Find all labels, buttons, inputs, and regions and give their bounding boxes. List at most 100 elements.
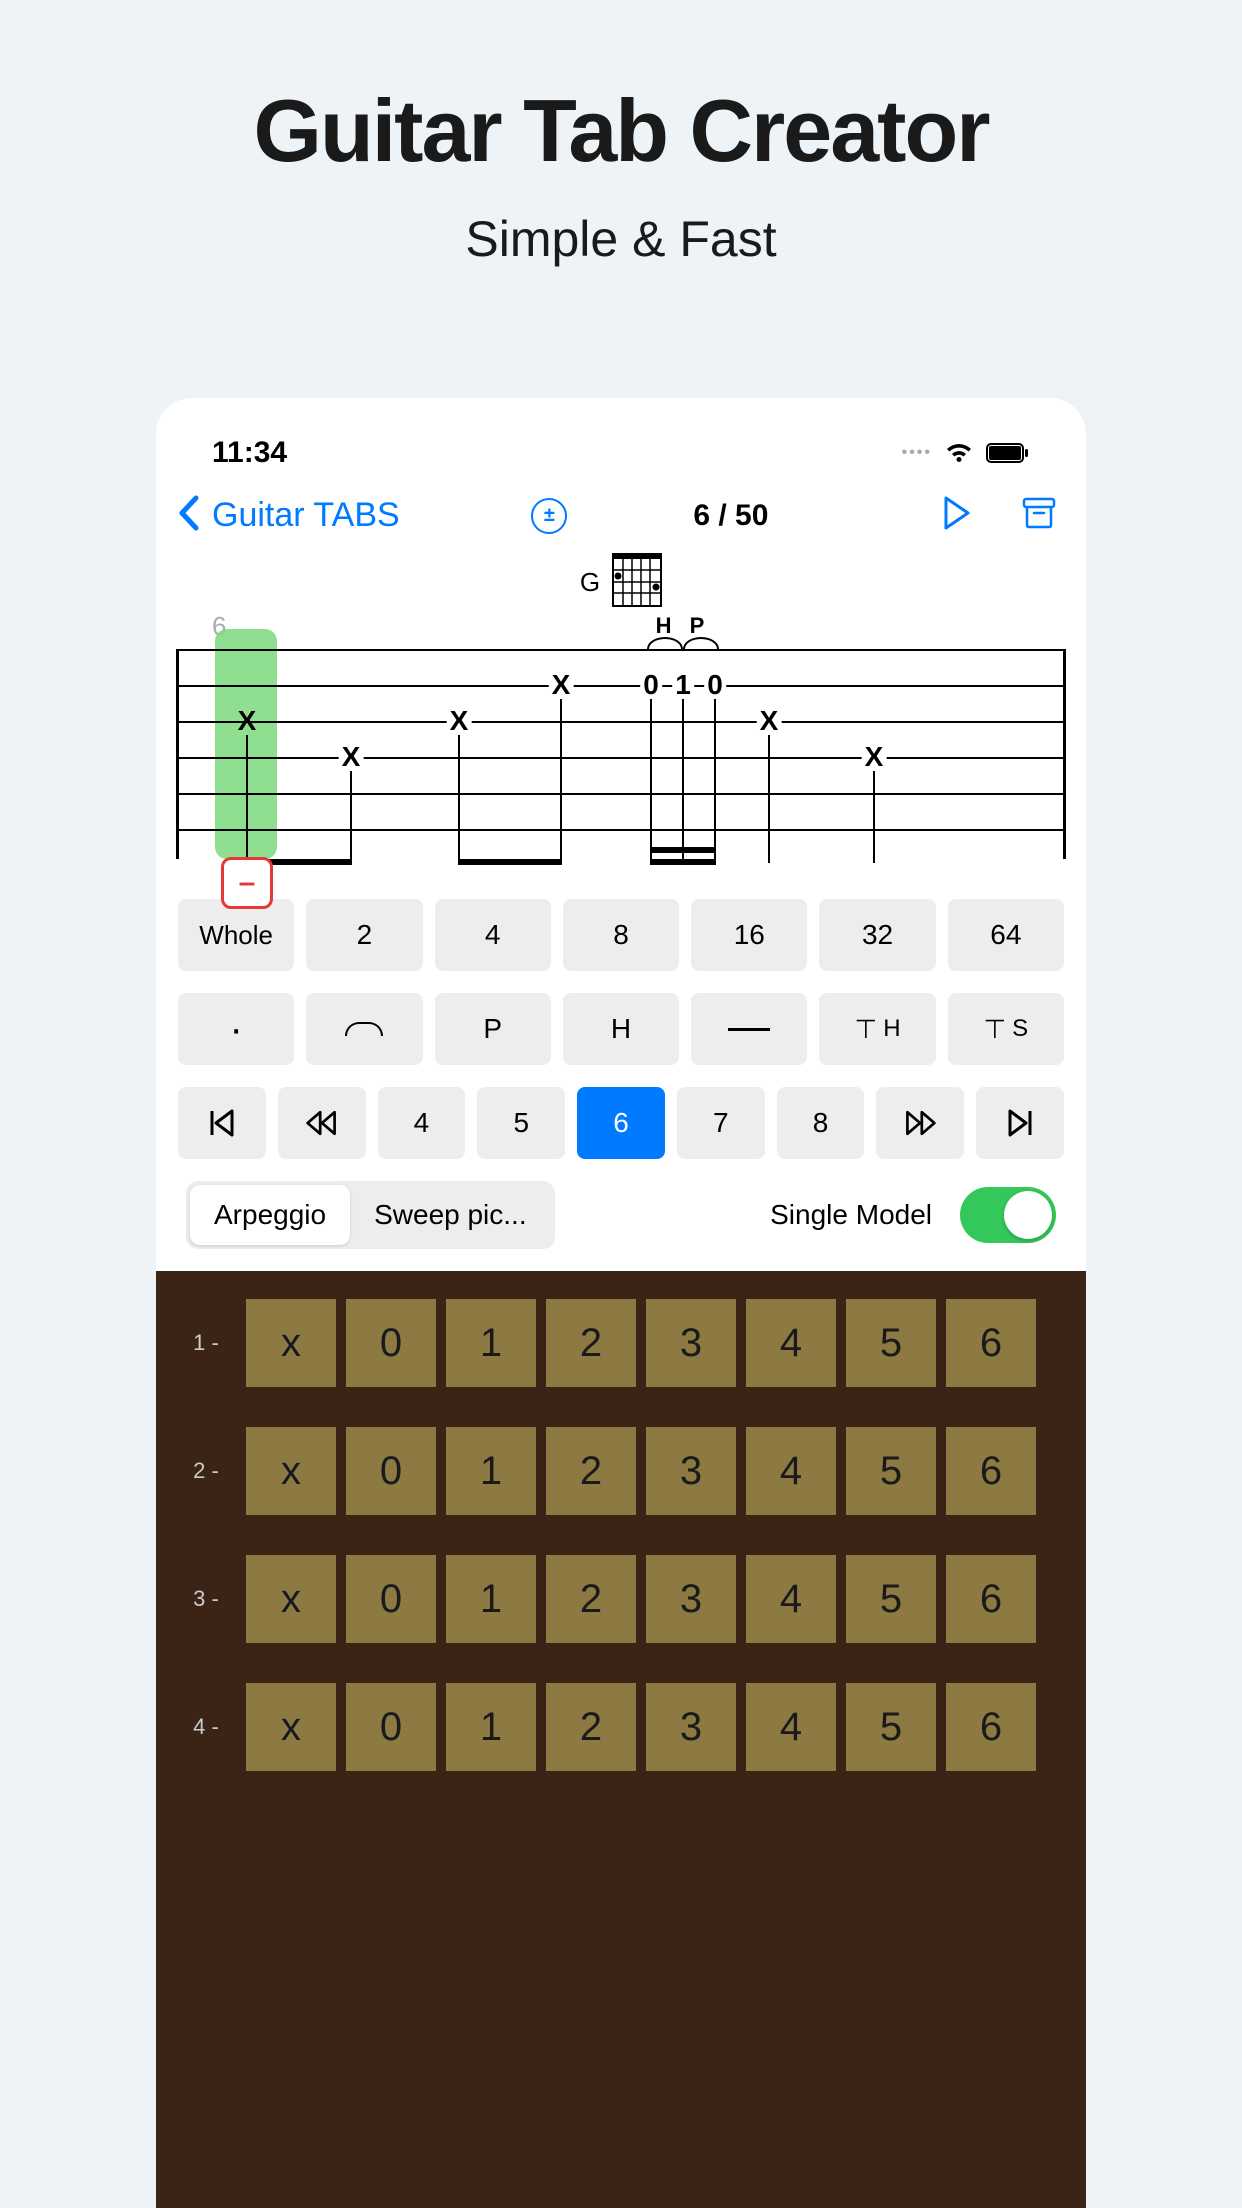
battery-icon <box>986 442 1030 464</box>
fret-button[interactable]: 0 <box>346 1683 436 1771</box>
fret-button[interactable]: x <box>246 1299 336 1387</box>
fret-button[interactable]: 1 <box>446 1683 536 1771</box>
fret-button[interactable]: 5 <box>846 1427 936 1515</box>
tab-note[interactable]: X <box>339 741 364 773</box>
fret-button[interactable]: 4 <box>746 1427 836 1515</box>
tab-note[interactable]: X <box>757 705 782 737</box>
position-5-button[interactable]: 5 <box>477 1087 565 1159</box>
chord-name: G <box>580 567 600 598</box>
fret-button[interactable]: 1 <box>446 1427 536 1515</box>
fret-button[interactable]: 4 <box>746 1683 836 1771</box>
fret-button[interactable]: 2 <box>546 1299 636 1387</box>
duration-8-button[interactable]: 8 <box>563 899 679 971</box>
fret-button[interactable]: 2 <box>546 1427 636 1515</box>
pull-off-button[interactable]: P <box>435 993 551 1065</box>
fret-button[interactable]: 3 <box>646 1683 736 1771</box>
play-icon[interactable] <box>942 496 972 535</box>
string-label-4: 4 - <box>176 1714 236 1740</box>
duration-whole-button[interactable]: Whole <box>178 899 294 971</box>
fret-button[interactable]: 0 <box>346 1299 436 1387</box>
single-model-label: Single Model <box>770 1199 932 1231</box>
nav-back-label[interactable]: Guitar TABS <box>212 496 400 535</box>
control-rows: Whole 2 4 8 16 32 64 · P H ⊤H ⊤S 4 5 <box>156 899 1086 1181</box>
single-model-toggle[interactable] <box>960 1187 1056 1243</box>
tab-note[interactable]: X <box>447 705 472 737</box>
fret-button[interactable]: 5 <box>846 1555 936 1643</box>
tab-note[interactable]: X <box>549 669 574 701</box>
plus-minus-icon[interactable]: ± <box>531 498 567 534</box>
delete-note-button[interactable]: – <box>221 857 273 909</box>
fret-button[interactable]: x <box>246 1555 336 1643</box>
fret-button[interactable]: 1 <box>446 1555 536 1643</box>
tab-staff-area[interactable]: 6 H P X X X X 0 1 0 X X <box>156 611 1086 899</box>
dash-button[interactable] <box>691 993 807 1065</box>
duration-32-button[interactable]: 32 <box>819 899 935 971</box>
chord-diagram-icon[interactable] <box>612 557 662 607</box>
tap-slide-button[interactable]: ⊤S <box>948 993 1064 1065</box>
fret-button[interactable]: 3 <box>646 1299 736 1387</box>
back-chevron-icon[interactable] <box>176 494 202 537</box>
fret-button[interactable]: 4 <box>746 1555 836 1643</box>
duration-16-button[interactable]: 16 <box>691 899 807 971</box>
fret-button[interactable]: x <box>246 1427 336 1515</box>
tab-note[interactable]: 1 <box>672 669 694 701</box>
tab-note[interactable]: X <box>862 741 887 773</box>
fretboard: 1 - x 0 1 2 3 4 5 6 2 - x 0 1 2 3 4 5 6 … <box>156 1271 1086 2208</box>
fret-button[interactable]: 6 <box>946 1683 1036 1771</box>
fret-button[interactable]: 2 <box>546 1555 636 1643</box>
fret-button[interactable]: 0 <box>346 1555 436 1643</box>
fast-forward-button[interactable] <box>876 1087 964 1159</box>
fret-button[interactable]: 5 <box>846 1683 936 1771</box>
fret-row-1: 1 - x 0 1 2 3 4 5 6 <box>156 1289 1086 1397</box>
fret-button[interactable]: x <box>246 1683 336 1771</box>
tab-note[interactable]: 0 <box>640 669 662 701</box>
fret-button[interactable]: 5 <box>846 1299 936 1387</box>
skip-start-button[interactable] <box>178 1087 266 1159</box>
position-4-button[interactable]: 4 <box>378 1087 466 1159</box>
tab-staff[interactable]: H P X X X X 0 1 0 X X – <box>176 649 1066 859</box>
duration-64-button[interactable]: 64 <box>948 899 1064 971</box>
tab-note[interactable]: 0 <box>704 669 726 701</box>
tap-hammer-button[interactable]: ⊤H <box>819 993 935 1065</box>
duration-4-button[interactable]: 4 <box>435 899 551 971</box>
mode-row: Arpeggio Sweep pic... Single Model <box>156 1181 1086 1271</box>
position-6-button[interactable]: 6 <box>577 1087 665 1159</box>
fret-button[interactable]: 6 <box>946 1555 1036 1643</box>
skip-start-icon <box>204 1105 240 1141</box>
chord-indicator: G <box>156 545 1086 611</box>
fret-button[interactable]: 0 <box>346 1427 436 1515</box>
hp-annotation: H P <box>656 613 711 639</box>
duration-2-button[interactable]: 2 <box>306 899 422 971</box>
status-bar: 11:34 •••• <box>156 398 1086 486</box>
fret-row-4: 4 - x 0 1 2 3 4 5 6 <box>156 1673 1086 1781</box>
fast-forward-icon <box>902 1105 938 1141</box>
hammer-on-button[interactable]: H <box>563 993 679 1065</box>
fret-button[interactable]: 4 <box>746 1299 836 1387</box>
string-label-3: 3 - <box>176 1586 236 1612</box>
rewind-button[interactable] <box>278 1087 366 1159</box>
archive-icon[interactable] <box>1022 497 1056 534</box>
status-time: 11:34 <box>212 436 287 470</box>
fret-button[interactable]: 2 <box>546 1683 636 1771</box>
fret-button[interactable]: 6 <box>946 1427 1036 1515</box>
tie-icon <box>345 1022 383 1036</box>
skip-end-icon <box>1002 1105 1038 1141</box>
skip-end-button[interactable] <box>976 1087 1064 1159</box>
fret-button[interactable]: 3 <box>646 1427 736 1515</box>
dot-button[interactable]: · <box>178 993 294 1065</box>
segment-sweep[interactable]: Sweep pic... <box>350 1185 551 1245</box>
rewind-icon <box>304 1105 340 1141</box>
promo-title: Guitar Tab Creator <box>254 80 989 182</box>
tab-note[interactable]: X <box>235 705 260 737</box>
segment-arpeggio[interactable]: Arpeggio <box>190 1185 350 1245</box>
position-7-button[interactable]: 7 <box>677 1087 765 1159</box>
fret-button[interactable]: 1 <box>446 1299 536 1387</box>
tie-button[interactable] <box>306 993 422 1065</box>
wifi-icon <box>944 442 974 464</box>
mode-segmented-control[interactable]: Arpeggio Sweep pic... <box>186 1181 555 1249</box>
position-8-button[interactable]: 8 <box>777 1087 865 1159</box>
fret-button[interactable]: 3 <box>646 1555 736 1643</box>
cellular-dots-icon: •••• <box>902 444 932 462</box>
fret-row-3: 3 - x 0 1 2 3 4 5 6 <box>156 1545 1086 1653</box>
fret-button[interactable]: 6 <box>946 1299 1036 1387</box>
